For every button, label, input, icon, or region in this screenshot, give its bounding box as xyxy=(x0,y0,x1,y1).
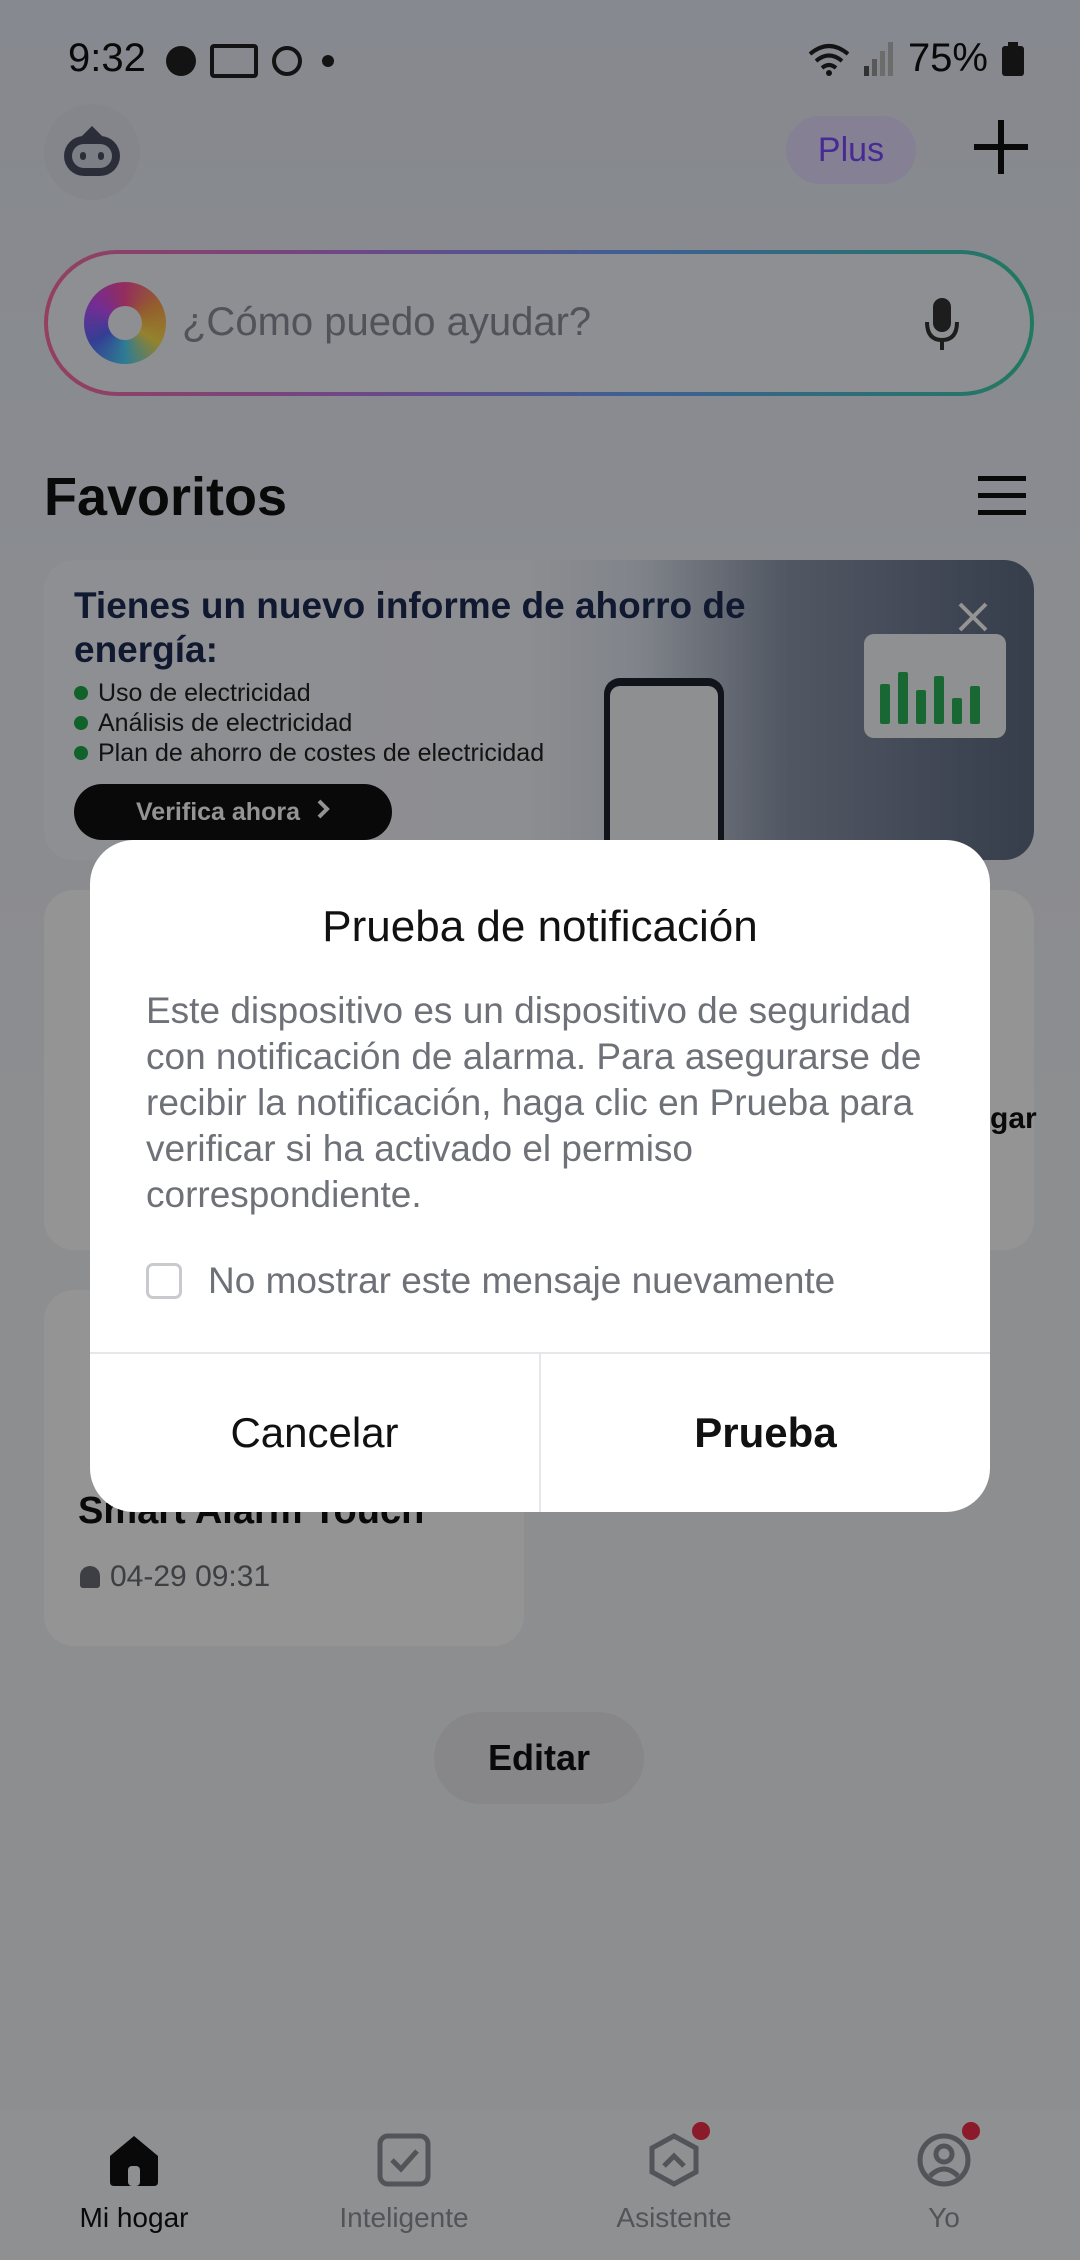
dont-show-again-row[interactable]: No mostrar este mensaje nuevamente xyxy=(146,1260,835,1302)
cancel-button[interactable]: Cancelar xyxy=(90,1354,539,1512)
dont-show-again-label[interactable]: No mostrar este mensaje nuevamente xyxy=(208,1260,835,1302)
dialog-title: Prueba de notificación xyxy=(322,902,758,951)
dont-show-again-checkbox[interactable] xyxy=(146,1263,182,1299)
notification-test-dialog: Prueba de notificación Este dispositivo … xyxy=(90,840,990,1512)
test-button[interactable]: Prueba xyxy=(541,1354,990,1512)
dialog-message: Este dispositivo es un dispositivo de se… xyxy=(146,990,922,1215)
